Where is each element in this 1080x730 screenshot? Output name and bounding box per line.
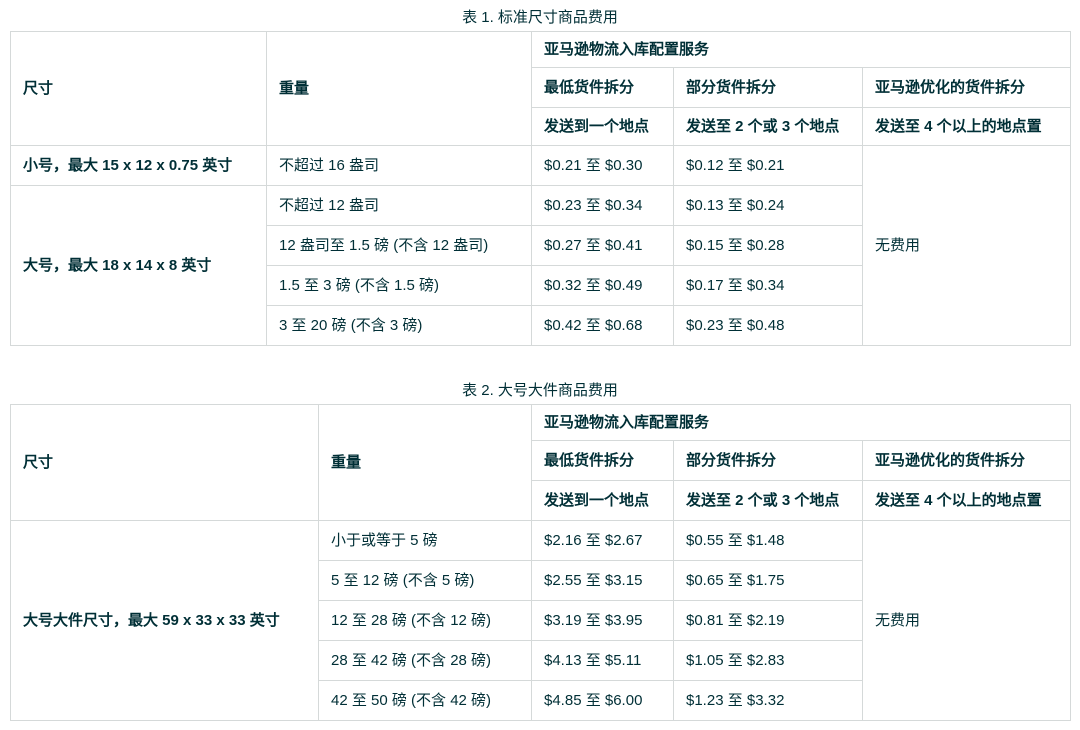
partial-fee-cell: $0.23 至 $0.48	[673, 305, 863, 346]
min-fee-cell: $4.85 至 $6.00	[531, 680, 674, 721]
header-service-group-cell: 亚马逊物流入库配置服务	[530, 404, 1072, 441]
table-row: 尺寸 重量 亚马逊物流入库配置服务	[10, 31, 1072, 146]
min-fee-cell: $2.55 至 $3.15	[531, 560, 674, 601]
partial-fee-cell: $0.17 至 $0.34	[673, 265, 863, 306]
min-fee-cell: $0.32 至 $0.49	[531, 265, 674, 306]
no-fee-cell: 无费用	[861, 520, 1072, 721]
table2-title: 表 2. 大号大件商品费用	[462, 382, 618, 399]
weight-cell: 28 至 42 磅 (不含 28 磅)	[318, 640, 532, 681]
weight-cell: 小于或等于 5 磅	[318, 520, 532, 561]
min-fee-cell: $0.27 至 $0.41	[531, 225, 674, 266]
min-fee-cell: $0.23 至 $0.34	[531, 185, 674, 226]
partial-fee-cell: $1.05 至 $2.83	[673, 640, 863, 681]
header-optimized-split-cell: 亚马逊优化的货件拆分	[861, 67, 1072, 108]
min-fee-cell: $3.19 至 $3.95	[531, 600, 674, 641]
header-size-cell: 尺寸	[10, 31, 267, 146]
weight-cell: 1.5 至 3 磅 (不含 1.5 磅)	[266, 265, 532, 306]
table-row: 小号，最大 15 x 12 x 0.75 英寸 不超过 16 盎司 $0.21 …	[10, 145, 1072, 346]
partial-fee-cell: $0.55 至 $1.48	[673, 520, 863, 561]
table1-title: 表 1. 标准尺寸商品费用	[462, 9, 618, 26]
header-min-sub-cell: 发送到一个地点	[531, 107, 674, 146]
table-row: 大号大件尺寸，最大 59 x 33 x 33 英寸 小于或等于 5 磅 $2.1…	[10, 520, 1072, 721]
large-bulky-fee-table: 尺寸 重量 亚马逊物流入库配置服务 最低货件拆分 部分货件拆分 亚马逊优化的货件…	[10, 404, 1072, 721]
weight-cell: 5 至 12 磅 (不含 5 磅)	[318, 560, 532, 601]
partial-fee-cell: $0.15 至 $0.28	[673, 225, 863, 266]
header-partial-split-cell: 部分货件拆分	[673, 67, 863, 108]
weight-cell: 42 至 50 磅 (不含 42 磅)	[318, 680, 532, 721]
header-min-split-cell: 最低货件拆分	[531, 67, 674, 108]
weight-cell: 不超过 12 盎司	[266, 185, 532, 226]
partial-fee-cell: $0.65 至 $1.75	[673, 560, 863, 601]
partial-fee-cell: $0.12 至 $0.21	[673, 145, 863, 186]
header-partial-split-cell: 部分货件拆分	[673, 440, 863, 481]
weight-cell: 3 至 20 磅 (不含 3 磅)	[266, 305, 532, 346]
weight-cell: 12 盎司至 1.5 磅 (不含 12 盎司)	[266, 225, 532, 266]
header-weight-cell: 重量	[318, 404, 532, 521]
page-content: 表 1. 标准尺寸商品费用 尺寸 重量 亚马逊物流入库配置服务 最低货件拆分 部…	[0, 0, 1080, 721]
partial-fee-cell: $1.23 至 $3.32	[673, 680, 863, 721]
weight-cell: 12 至 28 磅 (不含 12 磅)	[318, 600, 532, 641]
no-fee-cell: 无费用	[861, 145, 1072, 346]
standard-size-fee-table: 尺寸 重量 亚马逊物流入库配置服务 最低货件拆分 部分货件拆分 亚马逊优化的货件…	[10, 31, 1072, 346]
size-cell: 小号，最大 15 x 12 x 0.75 英寸	[10, 145, 267, 186]
min-fee-cell: $2.16 至 $2.67	[531, 520, 674, 561]
header-min-sub-cell: 发送到一个地点	[531, 480, 674, 521]
header-size-cell: 尺寸	[10, 404, 319, 521]
partial-fee-cell: $0.13 至 $0.24	[673, 185, 863, 226]
min-fee-cell: $0.42 至 $0.68	[531, 305, 674, 346]
partial-fee-cell: $0.81 至 $2.19	[673, 600, 863, 641]
header-optimized-sub-cell: 发送至 4 个以上的地点置	[861, 107, 1072, 146]
min-fee-cell: $0.21 至 $0.30	[531, 145, 674, 186]
header-optimized-split-cell: 亚马逊优化的货件拆分	[861, 440, 1072, 481]
header-min-split-cell: 最低货件拆分	[531, 440, 674, 481]
min-fee-cell: $4.13 至 $5.11	[531, 640, 674, 681]
table-row: 尺寸 重量 亚马逊物流入库配置服务	[10, 404, 1072, 521]
header-optimized-sub-cell: 发送至 4 个以上的地点置	[861, 480, 1072, 521]
size-cell: 大号大件尺寸，最大 59 x 33 x 33 英寸	[10, 520, 319, 721]
header-weight-cell: 重量	[266, 31, 532, 146]
header-service-group-cell: 亚马逊物流入库配置服务	[530, 31, 1072, 68]
header-partial-sub-cell: 发送至 2 个或 3 个地点	[673, 480, 863, 521]
header-partial-sub-cell: 发送至 2 个或 3 个地点	[673, 107, 863, 146]
weight-cell: 不超过 16 盎司	[266, 145, 532, 186]
size-cell: 大号，最大 18 x 14 x 8 英寸	[10, 185, 267, 346]
